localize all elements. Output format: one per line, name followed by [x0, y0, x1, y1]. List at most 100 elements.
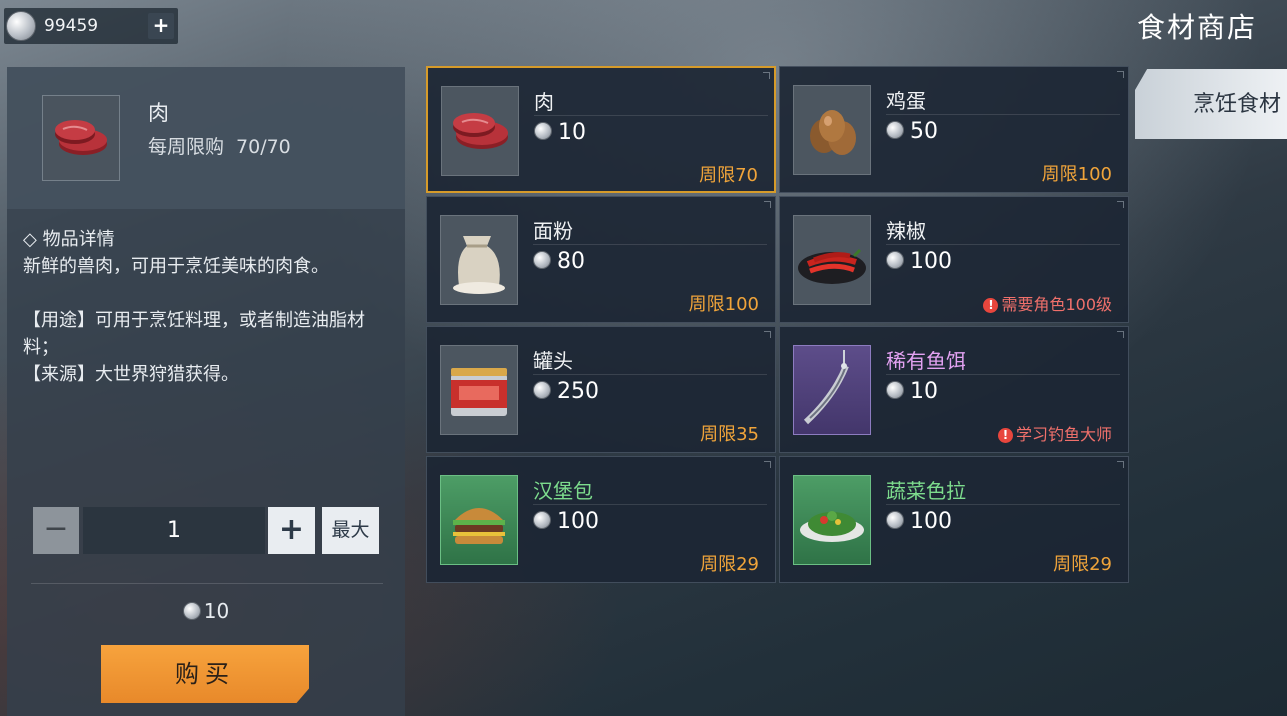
item-price-value: 50 — [910, 119, 938, 144]
item-name: 蔬菜色拉 — [886, 479, 966, 503]
section-title: ◇ 物品详情 — [23, 225, 115, 251]
silver-coin-icon — [182, 602, 201, 620]
meat-icon — [42, 95, 120, 181]
detail-header: 肉 每周限购 70/70 — [7, 67, 405, 209]
shop-item-card[interactable]: 罐头 250 周限35 — [426, 326, 776, 453]
requirement-text: 需要角色100级 — [1001, 295, 1112, 314]
shop-item-card[interactable]: 稀有鱼饵 10! 学习钓鱼大师 — [779, 326, 1129, 453]
requirement-warning: ! 学习钓鱼大师 — [997, 421, 1112, 445]
item-price-value: 10 — [558, 120, 586, 145]
corner-decoration — [764, 461, 771, 468]
meat-icon — [441, 86, 519, 176]
item-name: 面粉 — [533, 219, 573, 243]
silver-coin-icon — [886, 251, 904, 269]
desc-line: 新鲜的兽肉，可用于烹饪美味的肉食。 — [23, 256, 329, 277]
flour-sack-icon — [440, 215, 518, 305]
divider — [533, 374, 767, 375]
chili-pepper-icon — [793, 215, 871, 305]
weekly-limit: 每周限购 70/70 — [148, 132, 291, 159]
diamond-icon: ◇ — [23, 229, 43, 250]
requirement-text: 学习钓鱼大师 — [1015, 425, 1112, 444]
item-name: 肉 — [148, 101, 169, 125]
item-price: 10 — [886, 379, 938, 404]
corner-decoration — [764, 201, 771, 208]
weekly-limit-badge: 周限29 — [1053, 554, 1112, 575]
divider — [886, 504, 1120, 505]
item-price: 50 — [886, 119, 938, 144]
item-price: 100 — [886, 249, 952, 274]
divider — [886, 114, 1120, 115]
corner-decoration — [763, 72, 770, 79]
coin-amount: 99459 — [44, 16, 99, 36]
egg-icon — [793, 85, 871, 175]
buy-button[interactable]: 购买 — [101, 645, 309, 703]
total-price: 10 — [7, 599, 405, 623]
corner-decoration — [1117, 201, 1124, 208]
divider — [31, 583, 383, 584]
item-name: 辣椒 — [886, 219, 926, 243]
weekly-limit-label: 每周限购 — [148, 136, 225, 158]
corner-decoration — [764, 331, 771, 338]
shop-item-card[interactable]: 鸡蛋 50 周限100 — [779, 66, 1129, 193]
desc-line: 【用途】可用于烹饪料理，或者制造油脂材料； — [23, 310, 365, 358]
requirement-warning: ! 需要角色100级 — [983, 291, 1112, 315]
divider — [533, 504, 767, 505]
item-name: 稀有鱼饵 — [886, 349, 966, 373]
max-button[interactable]: 最大 — [322, 507, 379, 554]
decrease-button[interactable]: − — [33, 507, 79, 554]
item-price-value: 100 — [557, 509, 599, 534]
item-price: 80 — [533, 249, 585, 274]
silver-coin-icon — [533, 251, 551, 269]
corner-decoration — [1117, 461, 1124, 468]
divider — [533, 244, 767, 245]
item-price-value: 10 — [910, 379, 938, 404]
item-price-value: 100 — [910, 249, 952, 274]
corner-decoration — [1117, 331, 1124, 338]
weekly-limit-badge: 周限100 — [1041, 164, 1112, 185]
item-name: 肉 — [534, 90, 554, 114]
item-price-value: 250 — [557, 379, 599, 404]
warning-icon: ! — [983, 298, 999, 313]
tab-cooking-ingredients[interactable]: 烹饪食材 — [1135, 69, 1287, 139]
total-price-value: 10 — [203, 599, 230, 623]
weekly-limit-value: 70/70 — [236, 136, 291, 158]
shop-item-card[interactable]: 汉堡包 100 周限29 — [426, 456, 776, 583]
silver-coin-icon — [886, 121, 904, 139]
quantity-stepper: − 1 + 最大 — [33, 507, 383, 555]
weekly-limit-badge: 周限35 — [700, 424, 759, 445]
item-detail-panel: 肉 每周限购 70/70 ◇ 物品详情 新鲜的兽肉，可用于烹饪美味的肉食。 【用途… — [7, 67, 405, 716]
quantity-input[interactable]: 1 — [83, 507, 265, 554]
item-description: 新鲜的兽肉，可用于烹饪美味的肉食。 【用途】可用于烹饪料理，或者制造油脂材料； … — [23, 253, 391, 388]
item-price: 10 — [534, 120, 586, 145]
salad-icon — [793, 475, 871, 565]
fishing-bait-icon — [793, 345, 871, 435]
item-price: 250 — [533, 379, 599, 404]
item-name: 汉堡包 — [533, 479, 593, 503]
shop-item-card[interactable]: 蔬菜色拉 100 周限29 — [779, 456, 1129, 583]
shop-item-card[interactable]: 肉 10 周限70 — [426, 66, 776, 193]
item-name: 罐头 — [533, 349, 573, 373]
weekly-limit-badge: 周限100 — [688, 294, 759, 315]
shop-item-card[interactable]: 辣椒 100! 需要角色100级 — [779, 196, 1129, 323]
add-currency-button[interactable]: + — [148, 13, 174, 39]
item-price: 100 — [533, 509, 599, 534]
item-price-value: 100 — [910, 509, 952, 534]
warning-icon: ! — [997, 428, 1013, 443]
increase-button[interactable]: + — [268, 507, 315, 554]
weekly-limit-badge: 周限29 — [700, 554, 759, 575]
burger-icon — [440, 475, 518, 565]
currency-bar: 99459 + — [4, 8, 178, 44]
canned-food-icon — [440, 345, 518, 435]
silver-coin-icon — [534, 122, 552, 140]
silver-coin-icon — [533, 511, 551, 529]
item-price-value: 80 — [557, 249, 585, 274]
silver-coin-icon — [6, 11, 36, 41]
weekly-limit-badge: 周限70 — [699, 165, 758, 186]
shop-item-card[interactable]: 面粉 80 周限100 — [426, 196, 776, 323]
silver-coin-icon — [886, 511, 904, 529]
silver-coin-icon — [886, 381, 904, 399]
divider — [886, 244, 1120, 245]
page-title: 食材商店 — [1136, 11, 1257, 44]
divider — [534, 115, 768, 116]
desc-line: 【来源】大世界狩猎获得。 — [23, 364, 239, 385]
